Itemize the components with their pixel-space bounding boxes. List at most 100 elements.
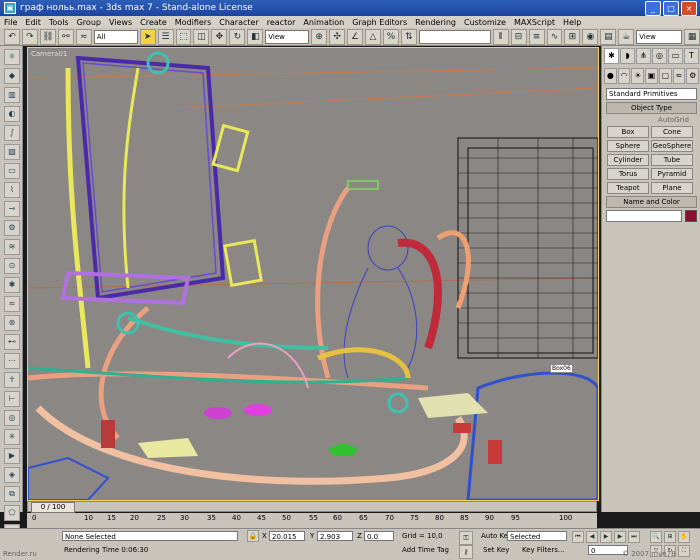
plane-icon[interactable]: ▭ [4,163,20,179]
reference-coordinate-dropdown[interactable]: View [265,29,310,44]
object-name-field[interactable] [606,210,682,222]
pivot-center-icon[interactable]: ⊕ [311,28,328,45]
select-manipulate-icon[interactable]: ✣ [329,28,346,45]
link-icon[interactable]: ⛓ [39,28,56,45]
select-object-icon[interactable]: ➤ [139,28,156,45]
display-tab-icon[interactable]: ▭ [668,48,683,64]
snap-toggle-icon[interactable]: ∠ [347,28,364,45]
rope-icon[interactable]: ∫ [4,125,20,141]
hierarchy-tab-icon[interactable]: ⋔ [636,48,651,64]
close-button[interactable]: × [681,1,697,16]
point-to-point-icon[interactable]: ⋯ [4,353,20,369]
convex-hull-icon[interactable]: ⬠ [4,505,20,521]
percent-snap-icon[interactable]: % [382,28,399,45]
render-scene-icon[interactable]: ▤ [600,28,617,45]
category-dropdown[interactable]: Standard Primitives [606,88,697,100]
spring-icon[interactable]: ⌇ [4,182,20,198]
time-slider-thumb[interactable]: 0 / 100 [31,502,75,513]
quick-render-icon[interactable]: ☕ [618,28,635,45]
key-mode-icon[interactable]: ⚿ [459,531,473,545]
tube-button[interactable]: Tube [651,154,693,166]
rigid-body-icon[interactable]: ◆ [4,68,20,84]
material-editor-icon[interactable]: ◉ [582,28,599,45]
deforming-mesh-icon[interactable]: ▧ [4,144,20,160]
car-wheel-icon[interactable]: ◎ [4,410,20,426]
previous-frame-icon[interactable]: ◀ [586,531,598,543]
menu-edit[interactable]: Edit [21,18,45,27]
zoom-all-icon[interactable]: ⊞ [664,531,676,543]
next-frame-icon[interactable]: ▶ [614,531,626,543]
x-coordinate-field[interactable]: 20.015 [269,531,305,541]
bind-space-warp-icon[interactable]: ≈ [75,28,92,45]
sphere-button[interactable]: Sphere [607,140,649,152]
constraint-solver-icon[interactable]: ⊛ [4,315,20,331]
space-warps-icon[interactable]: ≈ [672,68,686,84]
box-button[interactable]: Box [607,126,649,138]
menu-rendering[interactable]: Rendering [411,18,460,27]
teapot-button[interactable]: Teapot [607,182,649,194]
analyze-icon[interactable]: ⧉ [4,486,20,502]
selection-filter-dropdown[interactable]: All [93,29,138,44]
fracture-2-icon[interactable]: ✳ [4,429,20,445]
menu-reactor[interactable]: reactor [263,18,300,27]
maximize-button[interactable]: □ [663,1,679,16]
hinge-icon[interactable]: ⊷ [4,334,20,350]
helpers-icon[interactable]: ▢ [658,68,672,84]
create-tab-icon[interactable]: ✱ [604,48,619,64]
cylinder-button[interactable]: Cylinder [607,154,649,166]
schematic-view-icon[interactable]: ⊞ [564,28,581,45]
cameras-icon[interactable]: ▣ [645,68,658,84]
name-and-color-rollout[interactable]: Name and Color [606,196,697,208]
toy-car-icon[interactable]: ⊙ [4,258,20,274]
menu-file[interactable]: File [0,18,21,27]
motor-icon[interactable]: ⚙ [4,220,20,236]
goto-start-icon[interactable]: ⏮ [572,531,584,543]
plane-button[interactable]: Plane [651,182,693,194]
modify-tab-icon[interactable]: ◗ [620,48,635,64]
add-time-tag[interactable]: Add Time Tag [402,546,449,554]
menu-maxscript[interactable]: MAXScript [510,18,559,27]
torus-button[interactable]: Torus [607,168,649,180]
y-coordinate-field[interactable]: 2.903 [317,531,353,541]
track-bar[interactable]: 0 10 15 20 25 30 35 40 45 50 55 60 65 70… [27,513,597,528]
menu-graph-editors[interactable]: Graph Editors [348,18,411,27]
render-type-dropdown[interactable]: View [636,29,683,44]
angle-snap-icon[interactable]: △ [365,28,381,45]
motion-tab-icon[interactable]: ◎ [652,48,667,64]
select-by-name-icon[interactable]: ☰ [157,28,174,45]
menu-modifiers[interactable]: Modifiers [171,18,216,27]
pyramid-button[interactable]: Pyramid [651,168,693,180]
menu-views[interactable]: Views [105,18,136,27]
water-icon[interactable]: ≈ [4,296,20,312]
zoom-icon[interactable]: 🔍 [650,531,662,543]
cone-button[interactable]: Cone [651,126,693,138]
cloth-icon[interactable]: ▥ [4,87,20,103]
z-coordinate-field[interactable]: 0.0 [364,531,394,541]
create-animation-icon[interactable]: ◈ [4,467,20,483]
systems-icon[interactable]: ⚙ [686,68,700,84]
dashpot-icon[interactable]: ⊸ [4,201,20,217]
key-mode-dropdown[interactable]: Selected [507,531,567,541]
spinner-snap-icon[interactable]: ⇅ [400,28,417,45]
menu-customize[interactable]: Customize [460,18,510,27]
geometry-icon[interactable]: ● [604,68,617,84]
set-key-button[interactable]: Set Key [483,546,509,554]
align-icon[interactable]: ⊟ [510,28,527,45]
goto-end-icon[interactable]: ⏭ [628,531,640,543]
key-filters-button[interactable]: Key Filters... [522,546,565,554]
menu-tools[interactable]: Tools [45,18,73,27]
fracture-icon[interactable]: ✱ [4,277,20,293]
prismatic-icon[interactable]: ⊢ [4,391,20,407]
shapes-icon[interactable]: ◠ [617,68,631,84]
object-color-swatch[interactable] [685,210,697,222]
autogrid-checkbox[interactable]: AutoGrid [606,116,697,124]
lock-selection-icon[interactable]: 🔒 [247,530,259,542]
time-slider[interactable]: 0 / 100 [27,501,597,513]
select-move-icon[interactable]: ✥ [211,28,228,45]
named-selection-sets-dropdown[interactable] [418,29,491,44]
curve-editor-icon[interactable]: ∿ [546,28,563,45]
lights-icon[interactable]: ☀ [631,68,645,84]
viewport-label[interactable]: Camera01 [31,50,67,58]
camera-viewport[interactable]: Camera01 Box06 [27,47,599,501]
undo-icon[interactable]: ↶ [4,28,20,45]
